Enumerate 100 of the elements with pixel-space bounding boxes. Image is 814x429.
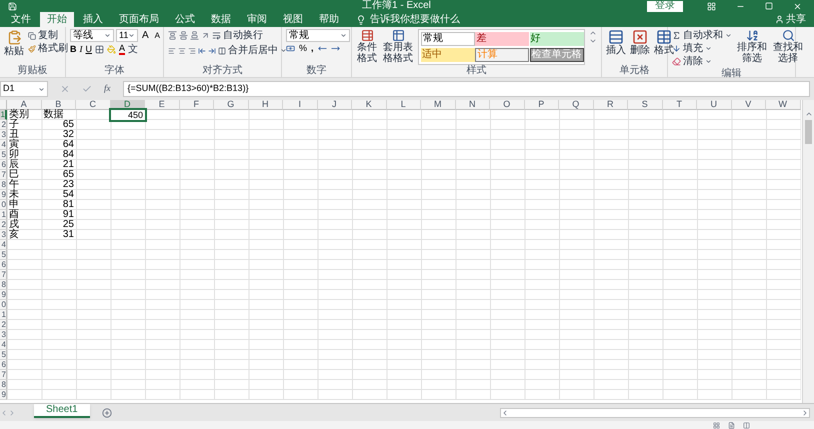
- active-cell[interactable]: 450: [110, 110, 145, 120]
- ribbon-tab[interactable]: 插入: [76, 12, 110, 27]
- row-header[interactable]: 2: [0, 120, 7, 130]
- row-header[interactable]: 9: [0, 190, 7, 200]
- sort-filter-button[interactable]: 排序和筛选: [736, 29, 768, 64]
- row-header[interactable]: 6: [0, 360, 7, 370]
- number-format-field[interactable]: 常规: [286, 29, 350, 42]
- column-header[interactable]: H: [248, 100, 283, 110]
- row-header[interactable]: 3: [0, 130, 7, 140]
- ribbon-tab[interactable]: 文件: [4, 12, 38, 27]
- column-header[interactable]: M: [421, 100, 456, 110]
- shrink-font-button[interactable]: A: [152, 32, 162, 40]
- row-header[interactable]: 7: [0, 370, 7, 380]
- autosum-button[interactable]: 自动求和: [672, 29, 732, 42]
- column-header[interactable]: Q: [559, 100, 594, 110]
- column-header[interactable]: B: [42, 100, 76, 110]
- column-header[interactable]: N: [456, 100, 490, 110]
- column-header[interactable]: P: [524, 100, 559, 110]
- comma-button[interactable]: ,: [311, 44, 314, 53]
- column-header[interactable]: W: [766, 100, 800, 110]
- row-header[interactable]: 8: [0, 180, 7, 190]
- cell-style[interactable]: 适中: [421, 48, 475, 62]
- copy-button[interactable]: 复制: [28, 29, 68, 42]
- cell-style[interactable]: 差: [475, 32, 530, 46]
- ribbon-tab[interactable]: 开始: [40, 12, 74, 27]
- ribbon-tab[interactable]: 帮助: [312, 12, 346, 27]
- column-header[interactable]: C: [76, 100, 110, 110]
- font-color-button[interactable]: A: [119, 44, 126, 55]
- insert-function-button[interactable]: fx: [104, 82, 110, 96]
- row-header[interactable]: 5: [0, 150, 7, 160]
- sheet-tab[interactable]: Sheet1: [34, 404, 90, 418]
- merge-center-button[interactable]: 合并后居中: [218, 44, 287, 57]
- row-header[interactable]: 4: [0, 240, 7, 250]
- row-header[interactable]: 0: [0, 200, 7, 210]
- italic-button[interactable]: I: [80, 45, 82, 54]
- font-name-field[interactable]: 等线: [70, 29, 114, 42]
- percent-button[interactable]: %: [299, 44, 308, 53]
- row-header[interactable]: 9: [0, 290, 7, 300]
- ribbon-tab[interactable]: 审阅: [240, 12, 274, 27]
- tell-me-field[interactable]: 告诉我你想要做什么: [370, 14, 460, 24]
- column-header[interactable]: V: [732, 100, 766, 110]
- column-header[interactable]: F: [180, 100, 214, 110]
- row-header[interactable]: 1: [0, 310, 7, 320]
- underline-button[interactable]: U: [86, 45, 92, 54]
- column-header[interactable]: G: [214, 100, 248, 110]
- row-header[interactable]: 4: [0, 340, 7, 350]
- ribbon-tab[interactable]: 页面布局: [112, 12, 166, 27]
- column-header[interactable]: J: [318, 100, 352, 110]
- column-header[interactable]: U: [697, 100, 732, 110]
- format-painter-button[interactable]: 格式刷: [28, 42, 68, 55]
- fill-button[interactable]: 填充: [672, 42, 732, 55]
- ribbon-tab[interactable]: 数据: [204, 12, 238, 27]
- phonetic-button[interactable]: 文: [128, 44, 138, 54]
- column-header[interactable]: I: [283, 100, 318, 110]
- column-header[interactable]: S: [628, 100, 662, 110]
- row-header[interactable]: 8: [0, 380, 7, 390]
- cell-style[interactable]: 常规: [421, 32, 475, 46]
- row-header[interactable]: 2: [0, 320, 7, 330]
- row-header[interactable]: 3: [0, 230, 7, 240]
- column-header[interactable]: K: [352, 100, 386, 110]
- row-header[interactable]: 6: [0, 260, 7, 270]
- column-header[interactable]: A: [7, 100, 42, 110]
- column-header[interactable]: T: [662, 100, 697, 110]
- row-header[interactable]: 1: [0, 210, 7, 220]
- column-header[interactable]: O: [490, 100, 524, 110]
- row-header[interactable]: 9: [0, 390, 7, 400]
- font-size-field[interactable]: 11: [116, 29, 138, 42]
- row-header[interactable]: 7: [0, 270, 7, 280]
- delete-button[interactable]: 删除: [630, 29, 650, 56]
- row-header[interactable]: 8: [0, 280, 7, 290]
- row-header[interactable]: 7: [0, 170, 7, 180]
- row-header[interactable]: 4: [0, 140, 7, 150]
- format-button[interactable]: 格式: [654, 29, 674, 56]
- column-header[interactable]: R: [594, 100, 628, 110]
- bold-button[interactable]: B: [70, 45, 76, 54]
- scroll-thumb[interactable]: [805, 120, 812, 144]
- column-header[interactable]: L: [386, 100, 421, 110]
- share-button[interactable]: 共享: [775, 14, 806, 24]
- clear-button[interactable]: 清除: [672, 55, 732, 68]
- name-box[interactable]: D1: [0, 81, 48, 97]
- row-header[interactable]: 1: [0, 110, 7, 120]
- row-header[interactable]: 3: [0, 330, 7, 340]
- format-as-table-button[interactable]: 套用表格格式: [382, 29, 414, 64]
- find-select-button[interactable]: 查找和选择: [772, 29, 804, 64]
- insert-button[interactable]: 插入: [606, 29, 626, 56]
- row-header[interactable]: 2: [0, 220, 7, 230]
- row-header[interactable]: 5: [0, 250, 7, 260]
- column-header[interactable]: E: [145, 100, 180, 110]
- new-sheet-icon[interactable]: [102, 408, 112, 418]
- select-all-corner[interactable]: [0, 100, 7, 110]
- horizontal-scrollbar[interactable]: [500, 408, 810, 418]
- vertical-scrollbar[interactable]: [802, 100, 814, 403]
- paste-button[interactable]: 粘贴: [4, 29, 24, 57]
- cell-style[interactable]: 好: [530, 32, 584, 46]
- row-header[interactable]: 5: [0, 350, 7, 360]
- conditional-formatting-button[interactable]: 条件格式: [356, 29, 378, 64]
- row-header[interactable]: 0: [0, 300, 7, 310]
- ribbon-tab[interactable]: 公式: [168, 12, 202, 27]
- wrap-text-button[interactable]: 自动换行: [212, 29, 263, 42]
- grow-font-button[interactable]: A: [140, 30, 151, 40]
